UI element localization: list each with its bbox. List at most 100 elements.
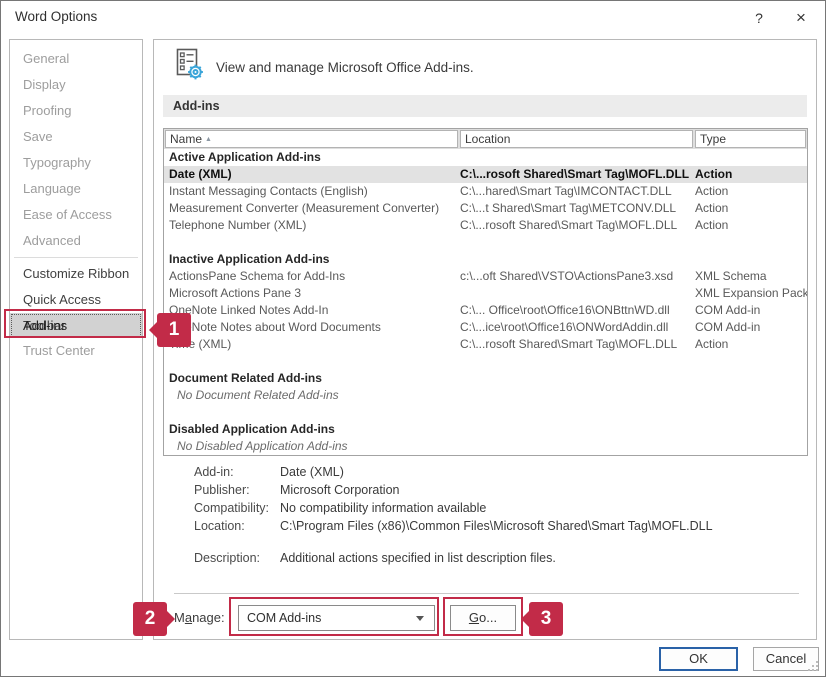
addins-gear-icon (176, 48, 206, 86)
table-row[interactable]: OneNote Linked Notes Add-InC:\... Office… (164, 302, 807, 319)
detail-label: Location: (194, 520, 280, 533)
manage-dropdown-value: COM Add-ins (247, 611, 321, 625)
cell-type: Action (695, 183, 807, 200)
sidebar-item-customize-ribbon[interactable]: Customize Ribbon (10, 261, 142, 287)
annotation-badge-1: 1 (157, 313, 191, 347)
cell-type: Action (695, 200, 807, 217)
detail-label: Compatibility: (194, 502, 280, 515)
table-blank-row (164, 353, 807, 370)
sidebar-item-save[interactable]: Save (10, 124, 142, 150)
sort-ascending-icon: ▲ (205, 136, 212, 143)
cell-location: C:\...rosoft Shared\Smart Tag\MOFL.DLL (460, 336, 695, 353)
sidebar-item-typography[interactable]: Typography (10, 150, 142, 176)
cell-name: Active Application Add-ins (164, 149, 460, 166)
cell-location (460, 251, 695, 268)
cell-name: Document Related Add-ins (164, 370, 460, 387)
help-icon[interactable]: ? (745, 5, 773, 31)
addins-section-header: Add-ins (163, 95, 807, 117)
cell-location (460, 438, 695, 455)
detail-value: No compatibility information available (280, 502, 794, 515)
cell-location (460, 370, 695, 387)
table-row[interactable]: Telephone Number (XML)C:\...rosoft Share… (164, 217, 807, 234)
cell-type: Action (695, 217, 807, 234)
page-header: View and manage Microsoft Office Add-ins… (176, 48, 474, 86)
annotation-arrow-left-icon (149, 321, 158, 339)
main-panel: View and manage Microsoft Office Add-ins… (153, 39, 817, 640)
cell-location (460, 421, 695, 438)
detail-row-compatibility: Compatibility:No compatibility informati… (194, 502, 794, 515)
cell-location: C:\...rosoft Shared\Smart Tag\MOFL.DLL (460, 217, 695, 234)
cell-type (695, 404, 807, 421)
chevron-down-icon (416, 616, 424, 621)
cell-type (695, 251, 807, 268)
sidebar-item-ease-of-access[interactable]: Ease of Access (10, 202, 142, 228)
detail-label: Add-in: (194, 466, 280, 479)
close-icon[interactable]: × (787, 5, 815, 31)
table-row[interactable]: Instant Messaging Contacts (English)C:\.… (164, 183, 807, 200)
go-button[interactable]: Go... (450, 605, 516, 631)
cell-location (460, 353, 695, 370)
annotation-arrow-right-icon (166, 610, 175, 628)
cell-type (695, 438, 807, 455)
cell-type: XML Schema (695, 268, 807, 285)
table-row[interactable]: ActionsPane Schema for Add-Insc:\...oft … (164, 268, 807, 285)
cell-type: Action (695, 166, 807, 183)
ok-button[interactable]: OK (659, 647, 738, 671)
cell-name: Microsoft Actions Pane 3 (164, 285, 460, 302)
table-row[interactable]: Microsoft Actions Pane 3 XML Expansion Pa… (164, 285, 807, 302)
cell-name: Instant Messaging Contacts (English) (164, 183, 460, 200)
cell-type: COM Add-in (695, 302, 807, 319)
table-row[interactable]: Measurement Converter (Measurement Conve… (164, 200, 807, 217)
detail-value: Microsoft Corporation (280, 484, 794, 497)
cell-type: COM Add-in (695, 319, 807, 336)
detail-label: Description: (194, 552, 280, 565)
cell-name: Inactive Application Add-ins (164, 251, 460, 268)
table-row[interactable]: Time (XML)C:\...rosoft Shared\Smart Tag\… (164, 336, 807, 353)
column-header-name[interactable]: Name▲ (165, 130, 458, 148)
sidebar-item-display[interactable]: Display (10, 72, 142, 98)
cell-name: ActionsPane Schema for Add-Ins (164, 268, 460, 285)
manage-divider (174, 593, 799, 594)
sidebar-divider (14, 257, 138, 258)
cell-location (460, 404, 695, 421)
cell-location (460, 285, 695, 302)
table-group-row: Disabled Application Add-ins (164, 421, 807, 438)
cell-type: Action (695, 336, 807, 353)
cell-type (695, 370, 807, 387)
manage-dropdown[interactable]: COM Add-ins (238, 605, 435, 631)
cell-type: XML Expansion Pack (695, 285, 807, 302)
sidebar-item-general[interactable]: General (10, 46, 142, 72)
table-row[interactable]: Date (XML)C:\...rosoft Shared\Smart Tag\… (164, 166, 807, 183)
cell-location (460, 234, 695, 251)
resize-grip[interactable] (808, 659, 820, 671)
sidebar-item-proofing[interactable]: Proofing (10, 98, 142, 124)
detail-value: Date (XML) (280, 466, 794, 479)
cell-name: Telephone Number (XML) (164, 217, 460, 234)
cell-type (695, 234, 807, 251)
cell-name: Date (XML) (164, 166, 460, 183)
annotation-badge-2: 2 (133, 602, 167, 636)
title-bar: Word Options ? × (1, 1, 825, 33)
cell-name (164, 404, 460, 421)
column-header-location[interactable]: Location (460, 130, 693, 148)
sidebar-item-language[interactable]: Language (10, 176, 142, 202)
cell-name: OneNote Notes about Word Documents (164, 319, 460, 336)
cell-name: OneNote Linked Notes Add-In (164, 302, 460, 319)
sidebar-item-add-ins[interactable]: Add-ins (10, 313, 142, 338)
column-header-type[interactable]: Type (695, 130, 806, 148)
table-row[interactable]: OneNote Notes about Word DocumentsC:\...… (164, 319, 807, 336)
table-blank-row (164, 404, 807, 421)
cell-location: C:\... Office\root\Office16\ONBttnWD.dll (460, 302, 695, 319)
detail-label: Publisher: (194, 484, 280, 497)
sidebar-item-quick-access-toolbar[interactable]: Quick Access Toolbar (10, 287, 142, 313)
sidebar-item-trust-center[interactable]: Trust Center (10, 338, 142, 364)
cell-location: c:\...oft Shared\VSTO\ActionsPane3.xsd (460, 268, 695, 285)
detail-row-publisher: Publisher:Microsoft Corporation (194, 484, 794, 497)
cell-name (164, 234, 460, 251)
cell-name: Disabled Application Add-ins (164, 421, 460, 438)
sidebar-item-advanced[interactable]: Advanced (10, 228, 142, 254)
detail-row-description: Description:Additional actions specified… (194, 552, 794, 565)
detail-value: Additional actions specified in list des… (280, 552, 794, 565)
detail-row-location: Location:C:\Program Files (x86)\Common F… (194, 520, 794, 533)
table-note-row: No Disabled Application Add-ins (164, 438, 807, 455)
